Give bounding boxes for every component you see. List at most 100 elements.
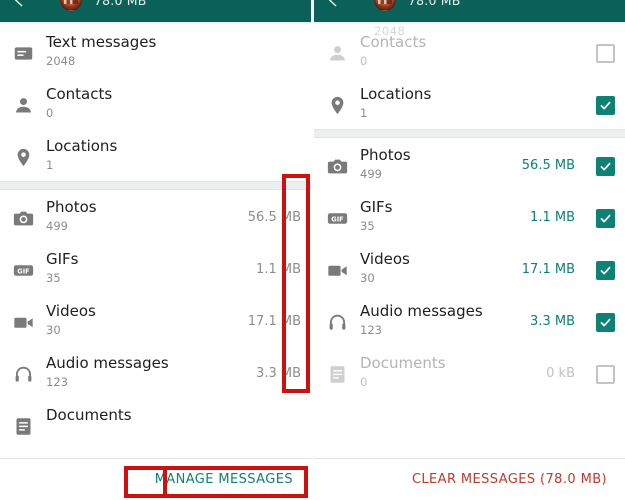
list-item-size: 1.1 MB — [256, 262, 301, 277]
list-item-size: 17.1 MB — [521, 262, 575, 277]
list-item-body: Contacts 0 — [46, 85, 301, 121]
list-item-body: Photos 499 — [46, 198, 248, 234]
list-item-checkbox[interactable] — [585, 198, 625, 228]
list-item-count: 499 — [360, 167, 382, 181]
header-size-label: 78.0 MB — [94, 0, 147, 8]
list-item[interactable]: Locations 1 — [314, 77, 625, 129]
list-item-body: GIFs 35 — [360, 198, 530, 234]
list-item-body: Text messages 2048 — [46, 33, 301, 69]
dual-screenshot-comparison: 78.0 MB Text messages 2048 Contacts 0 Locati… — [0, 0, 625, 500]
contact-avatar[interactable] — [60, 0, 82, 11]
list-item[interactable]: Documents 0 0 kB — [314, 346, 625, 398]
camera-icon — [0, 198, 46, 229]
headphone-icon — [314, 302, 360, 333]
contact-icon — [0, 85, 46, 116]
list-item-count: 30 — [46, 323, 61, 337]
list-item[interactable]: Videos 30 17.1 MB — [314, 242, 625, 294]
checkbox-checked-icon[interactable] — [595, 157, 615, 176]
right-bottom-action-bar: CLEAR MESSAGES (78.0 MB) — [314, 458, 625, 500]
list-item[interactable]: Photos 499 56.5 MB — [314, 138, 625, 190]
contact-icon — [314, 33, 360, 64]
list-item[interactable]: Audio messages 123 3.3 MB — [314, 294, 625, 346]
checkbox-checked-icon[interactable] — [595, 313, 615, 332]
checkbox-checked-icon[interactable] — [595, 96, 615, 115]
list-item-count: 499 — [46, 219, 68, 233]
list-item-count: 123 — [46, 375, 68, 389]
list-item-size — [575, 85, 585, 97]
clear-messages-button[interactable]: CLEAR MESSAGES (78.0 MB) — [404, 466, 615, 493]
list-item[interactable]: Text messages 2048 — [0, 25, 311, 77]
list-item[interactable]: Videos 30 17.1 MB — [0, 294, 311, 346]
list-item-body: Contacts 0 — [360, 33, 575, 69]
document-icon — [0, 406, 46, 437]
list-item-checkbox[interactable] — [585, 146, 625, 176]
list-item-size: 0 kB — [546, 366, 575, 381]
list-item-size: 3.3 MB — [530, 314, 575, 329]
checkbox-checked-icon[interactable] — [595, 209, 615, 228]
list-item-checkbox[interactable] — [585, 250, 625, 280]
list-item-title: GIFs — [46, 250, 79, 268]
gif-icon: GIF — [0, 250, 46, 281]
section-divider — [314, 129, 625, 138]
contact-avatar[interactable] — [374, 0, 396, 11]
list-item-size — [301, 137, 311, 149]
list-item-title: Documents — [360, 354, 446, 372]
list-item[interactable]: GIF GIFs 35 1.1 MB — [0, 242, 311, 294]
list-item[interactable]: Documents — [0, 398, 311, 445]
left-screenshot-panel: 78.0 MB Text messages 2048 Contacts 0 Locati… — [0, 0, 311, 500]
checkbox-unchecked-icon[interactable] — [595, 44, 615, 63]
back-arrow-icon[interactable] — [320, 0, 346, 13]
checkbox-checked-icon[interactable] — [595, 261, 615, 280]
list-item-count: 35 — [360, 219, 375, 233]
right-selection-list[interactable]: Contacts 0 Locations 1 Photos 499 56.5 MB GIF GI… — [314, 25, 625, 398]
list-item-count: 1 — [46, 158, 54, 172]
list-item-title: Documents — [46, 406, 132, 424]
list-item-checkbox[interactable] — [585, 33, 625, 63]
list-item-size: 56.5 MB — [521, 158, 575, 173]
list-item[interactable]: Contacts 0 — [314, 25, 625, 77]
list-item-count: 2048 — [46, 54, 76, 68]
back-arrow-icon[interactable] — [6, 0, 32, 13]
video-icon — [0, 302, 46, 333]
list-item-count: 35 — [46, 271, 61, 285]
list-item-checkbox[interactable] — [585, 85, 625, 115]
list-item[interactable]: Contacts 0 — [0, 77, 311, 129]
list-item-size — [301, 33, 311, 45]
list-item-title: Videos — [46, 302, 96, 320]
list-item[interactable]: Photos 499 56.5 MB — [0, 190, 311, 242]
list-item-title: Audio messages — [46, 354, 169, 372]
list-item-title: GIFs — [360, 198, 393, 216]
list-item-title: Audio messages — [360, 302, 483, 320]
left-bottom-action-bar: MANAGE MESSAGES — [0, 458, 311, 500]
document-icon — [314, 354, 360, 385]
list-item-checkbox[interactable] — [585, 302, 625, 332]
list-item-title: Photos — [46, 198, 97, 216]
list-item-body: Photos 499 — [360, 146, 522, 182]
list-item-body: Documents — [46, 406, 301, 425]
location-pin-icon — [0, 137, 46, 168]
list-item-size: 17.1 MB — [247, 314, 301, 329]
list-item-size — [575, 33, 585, 45]
list-item-size — [301, 85, 311, 97]
list-item-count: 0 — [360, 54, 368, 68]
list-item-checkbox[interactable] — [585, 354, 625, 384]
list-item-body: Locations 1 — [46, 137, 301, 173]
left-storage-list[interactable]: Text messages 2048 Contacts 0 Locations 1 Phot… — [0, 25, 311, 445]
list-item-title: Videos — [360, 250, 410, 268]
list-item[interactable]: Audio messages 123 3.3 MB — [0, 346, 311, 398]
list-item-count: 0 — [46, 106, 54, 120]
checkbox-unchecked-icon[interactable] — [595, 365, 615, 384]
list-item[interactable]: GIF GIFs 35 1.1 MB — [314, 190, 625, 242]
list-item[interactable]: Locations 1 — [0, 129, 311, 181]
gif-icon: GIF — [314, 198, 360, 229]
svg-text:GIF: GIF — [331, 215, 343, 223]
location-pin-icon — [314, 85, 360, 116]
list-item-count: 30 — [360, 271, 375, 285]
list-item-count: 0 — [360, 375, 368, 389]
list-item-size: 56.5 MB — [247, 210, 301, 225]
app-header-bar-right: 78.0 MB — [314, 0, 625, 22]
list-item-title: Locations — [360, 85, 432, 103]
manage-messages-button[interactable]: MANAGE MESSAGES — [147, 466, 301, 493]
list-item-body: Audio messages 123 — [360, 302, 530, 338]
app-header-bar-left: 78.0 MB — [0, 0, 311, 22]
